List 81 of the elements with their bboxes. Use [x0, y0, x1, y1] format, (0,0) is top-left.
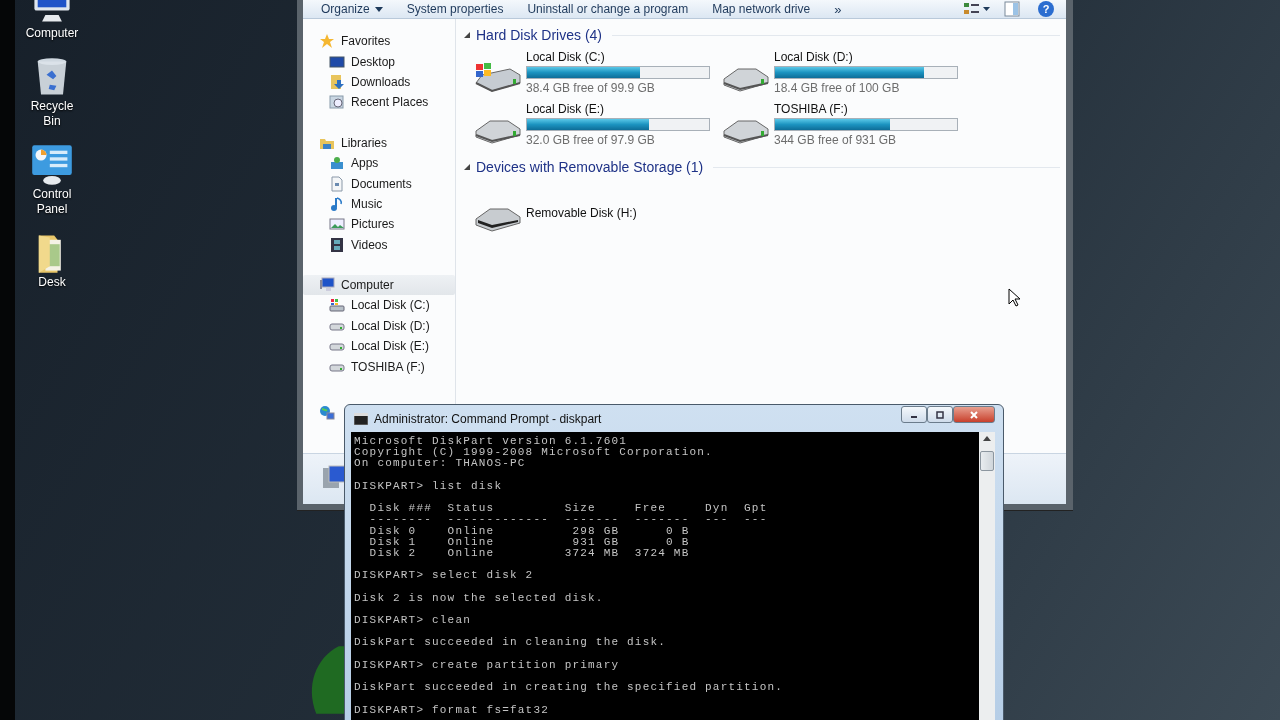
- window-title: Administrator: Command Prompt - diskpart: [374, 411, 602, 426]
- nav-item[interactable]: Local Disk (D:): [303, 315, 455, 337]
- console-icon: [354, 412, 368, 425]
- console-line: DiskPart succeeded in creating the specified partition.: [354, 682, 785, 694]
- nav-item[interactable]: TOSHIBA (F:): [303, 356, 455, 377]
- film-icon: [329, 236, 345, 253]
- console-line: DISKPART> format fs=fat32: [354, 704, 551, 716]
- nav-item[interactable]: Favorites: [303, 31, 455, 52]
- desktop-icon-label[interactable]: Control Panel: [22, 187, 82, 217]
- music-note-icon: [329, 195, 345, 212]
- toolbar-button[interactable]: Uninstall or change a program: [521, 0, 695, 18]
- star-icon: [319, 33, 335, 50]
- desktop-icon-label[interactable]: Desk: [22, 275, 82, 290]
- mouse-cursor-icon: [1008, 288, 1020, 307]
- group-heading: Devices with Removable Storage (1): [476, 159, 704, 175]
- toolbar-button[interactable]: Map network drive: [706, 0, 817, 18]
- scroll-thumb[interactable]: [980, 451, 994, 471]
- nav-item[interactable]: Libraries: [303, 132, 455, 153]
- nav-item[interactable]: Desktop: [303, 51, 455, 72]
- toolbar-button[interactable]: System properties: [400, 0, 510, 18]
- nav-item[interactable]: Local Disk (E:): [303, 336, 455, 357]
- console-line: On computer: THANOS-PC: [354, 458, 527, 470]
- console-line: DISKPART> list disk: [354, 480, 504, 492]
- free-space-text: 344 GB free of 931 GB: [774, 133, 898, 147]
- view-options-icon[interactable]: [964, 2, 990, 16]
- console-line: Microsoft DiskPart version 6.1.7601: [354, 436, 629, 447]
- desktop-icon-label[interactable]: Recycle Bin: [22, 99, 82, 129]
- vertical-scrollbar[interactable]: [979, 432, 995, 720]
- drive-name[interactable]: TOSHIBA (F:): [774, 102, 958, 116]
- console-line: DISKPART> clean: [354, 615, 473, 627]
- network-icon[interactable]: [319, 405, 335, 421]
- picture-icon: [329, 216, 345, 233]
- nav-item[interactable]: Documents: [303, 173, 455, 194]
- maximize-icon: [935, 410, 945, 419]
- apps-icon: [329, 155, 345, 172]
- control-panel-icon[interactable]: [30, 143, 74, 187]
- console-line: DISKPART> create partition primary: [354, 659, 621, 671]
- nav-item[interactable]: Videos: [303, 234, 455, 255]
- system-drive-icon[interactable]: [474, 60, 522, 93]
- toolbar-button[interactable]: Organize: [315, 0, 389, 18]
- nav-item[interactable]: Local Disk (C:): [303, 295, 455, 316]
- monitor-icon: [319, 277, 335, 294]
- help-button[interactable]: ?: [1038, 1, 1054, 17]
- free-space-text: 32.0 GB free of 97.9 GB: [526, 133, 656, 147]
- nav-item[interactable]: Downloads: [303, 71, 455, 93]
- free-space-text: 38.4 GB free of 99.9 GB: [526, 81, 656, 95]
- console-line: Disk 2 is now the selected disk.: [354, 592, 605, 604]
- console-line: Disk 0 Online 298 GB 0 B: [368, 525, 691, 537]
- maximize-button[interactable]: [927, 406, 953, 423]
- console-line: Disk 2 Online 3724 MB 3724 MB: [368, 547, 691, 560]
- nav-item[interactable]: Apps: [303, 152, 455, 174]
- drive-name[interactable]: Local Disk (D:): [774, 50, 958, 64]
- drive-name[interactable]: Local Disk (E:): [526, 102, 710, 116]
- drive-name[interactable]: Removable Disk (H:): [526, 206, 637, 220]
- console-line: Disk 1 Online 931 GB 0 B: [368, 536, 691, 548]
- free-space-text: 18.4 GB free of 100 GB: [774, 81, 901, 95]
- document-icon: [329, 175, 345, 192]
- console-line: DiskPart succeeded in cleaning the disk.: [354, 637, 668, 649]
- console-line: DISKPART> select disk 2: [354, 570, 535, 582]
- nav-item[interactable]: Computer: [303, 274, 455, 296]
- nav-item[interactable]: Pictures: [303, 214, 455, 235]
- collapse-triangle-icon[interactable]: [464, 32, 470, 38]
- console-line: Disk ### Status Size Free Dyn Gpt: [368, 503, 769, 515]
- download-folder-icon: [329, 73, 345, 90]
- collapse-triangle-icon[interactable]: [464, 164, 470, 170]
- desktop-icon-label[interactable]: Computer: [22, 26, 82, 41]
- scroll-up-icon[interactable]: [983, 436, 991, 441]
- console-line: Copyright (C) 1999-2008 Microsoft Corporation.: [354, 447, 714, 459]
- group-heading: Hard Disk Drives (4): [476, 27, 602, 43]
- more-button[interactable]: »: [828, 0, 848, 18]
- system-drive-icon: [329, 297, 345, 314]
- console-line: -------- ------------- ------- ------- --- ---: [368, 514, 769, 526]
- minimize-button[interactable]: [901, 406, 927, 423]
- recent-places-icon: [329, 94, 345, 111]
- close-button[interactable]: [953, 406, 995, 423]
- close-icon: [969, 410, 979, 419]
- nav-item[interactable]: Recent Places: [303, 92, 455, 113]
- nav-item[interactable]: Music: [303, 193, 455, 215]
- drive-name[interactable]: Local Disk (C:): [526, 50, 710, 64]
- caret-icon: [374, 6, 383, 12]
- desktop-icon: [329, 53, 345, 70]
